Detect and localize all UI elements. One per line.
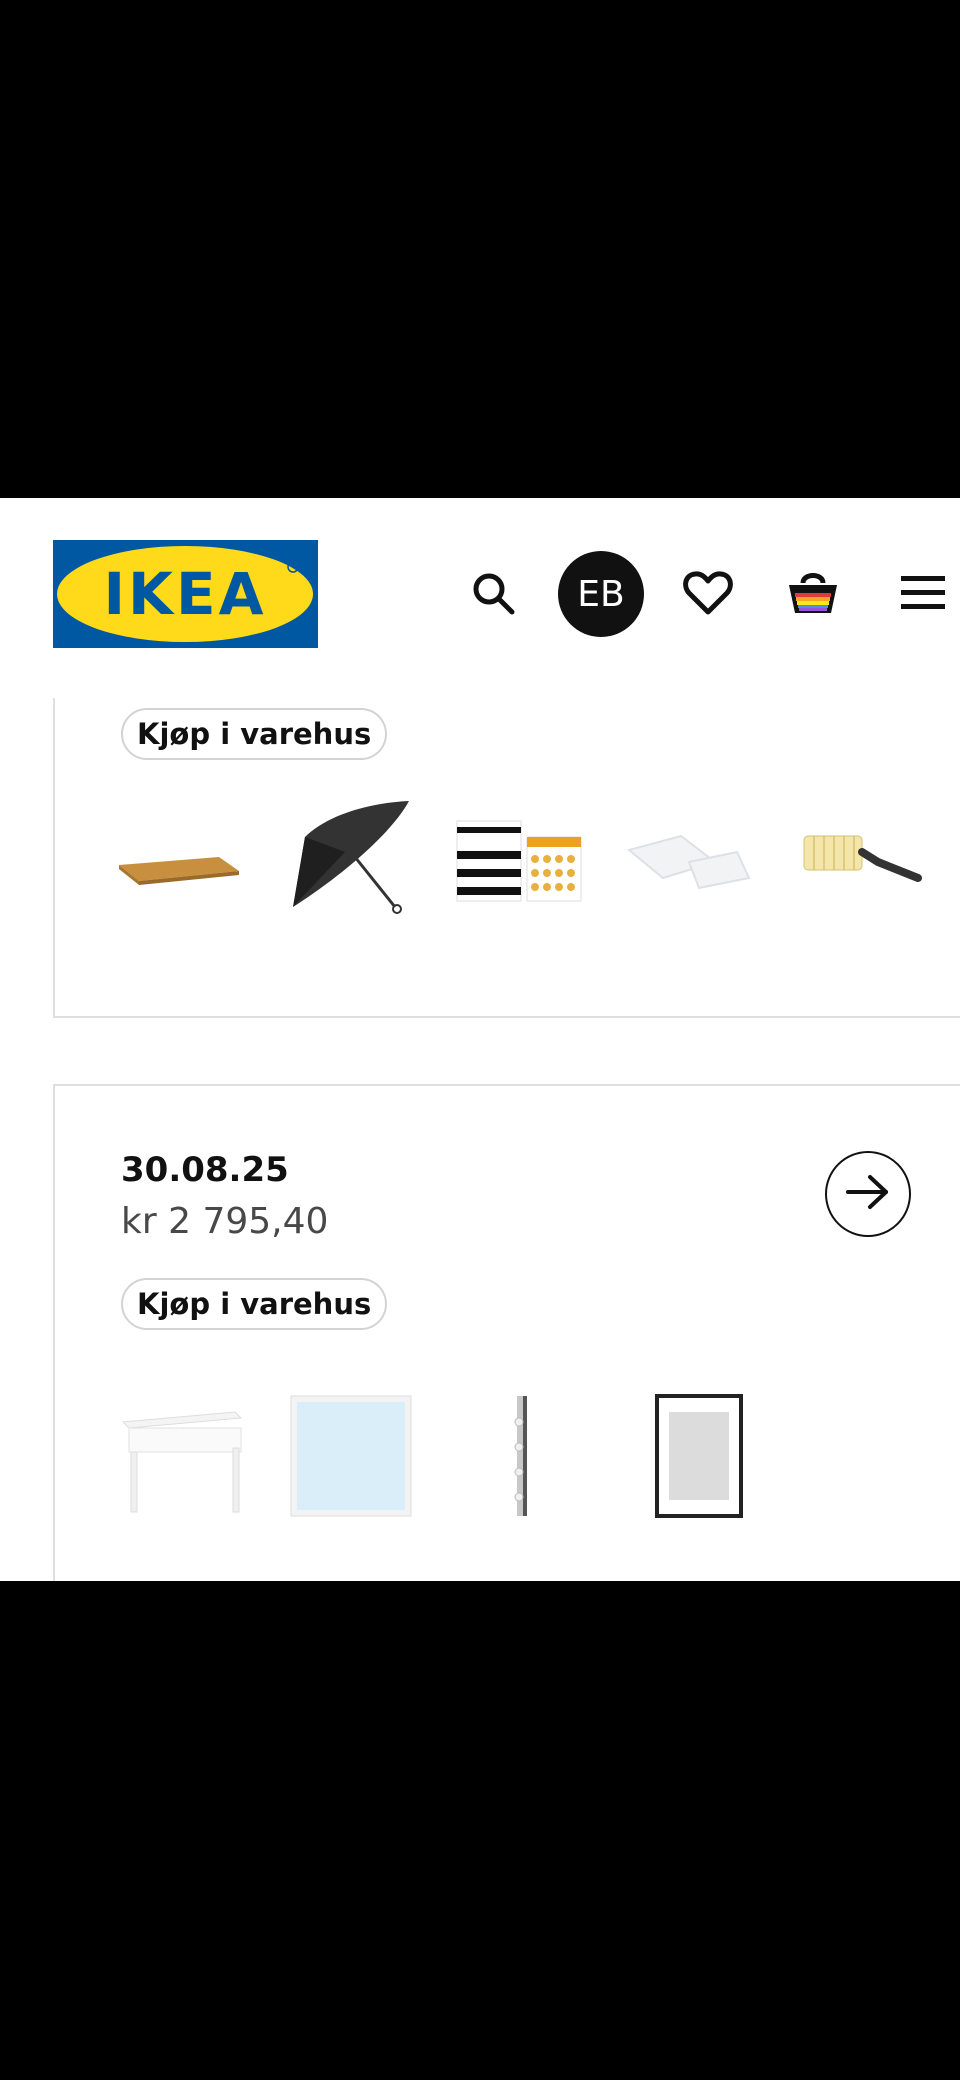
product-thumbnail-lint-roller <box>800 798 928 926</box>
purchase-type-badge: Kjøp i varehus <box>121 708 388 760</box>
product-thumbnail-sticker-sheets <box>455 798 583 926</box>
heart-icon[interactable] <box>665 550 751 636</box>
svg-text:IKEA: IKEA <box>103 560 266 628</box>
product-thumbnail-wooden-board <box>115 798 243 926</box>
avatar-initials: EB <box>577 573 625 615</box>
app-screen: IKEA EB Kjøp i varehus 30.08.25 kr 2 795… <box>0 498 960 1581</box>
order-price: kr 2 795,40 <box>121 1201 329 1242</box>
avatar[interactable]: EB <box>558 551 644 637</box>
order-card[interactable]: Kjøp i varehus <box>53 698 960 1018</box>
product-thumbnail-mirror <box>287 1392 415 1520</box>
product-thumbnail-white-desk <box>117 1392 245 1520</box>
product-thumbnail-umbrella <box>285 793 413 921</box>
menu-icon[interactable] <box>880 550 960 636</box>
product-thumbnail-wall-hook-rack <box>457 1392 585 1520</box>
header: IKEA EB <box>0 498 960 698</box>
open-order-button[interactable] <box>825 1151 911 1237</box>
search-icon[interactable] <box>450 550 536 636</box>
product-thumbnail-clear-bags <box>625 798 753 926</box>
ikea-logo[interactable]: IKEA <box>53 540 318 648</box>
basket-icon[interactable] <box>770 550 856 636</box>
arrow-right-icon <box>846 1174 890 1214</box>
product-thumbnail-black-frame <box>635 1392 763 1520</box>
purchase-type-badge: Kjøp i varehus <box>121 1278 388 1330</box>
order-card[interactable]: 30.08.25 kr 2 795,40 Kjøp i varehus <box>53 1084 960 1581</box>
order-date: 30.08.25 <box>121 1150 289 1190</box>
